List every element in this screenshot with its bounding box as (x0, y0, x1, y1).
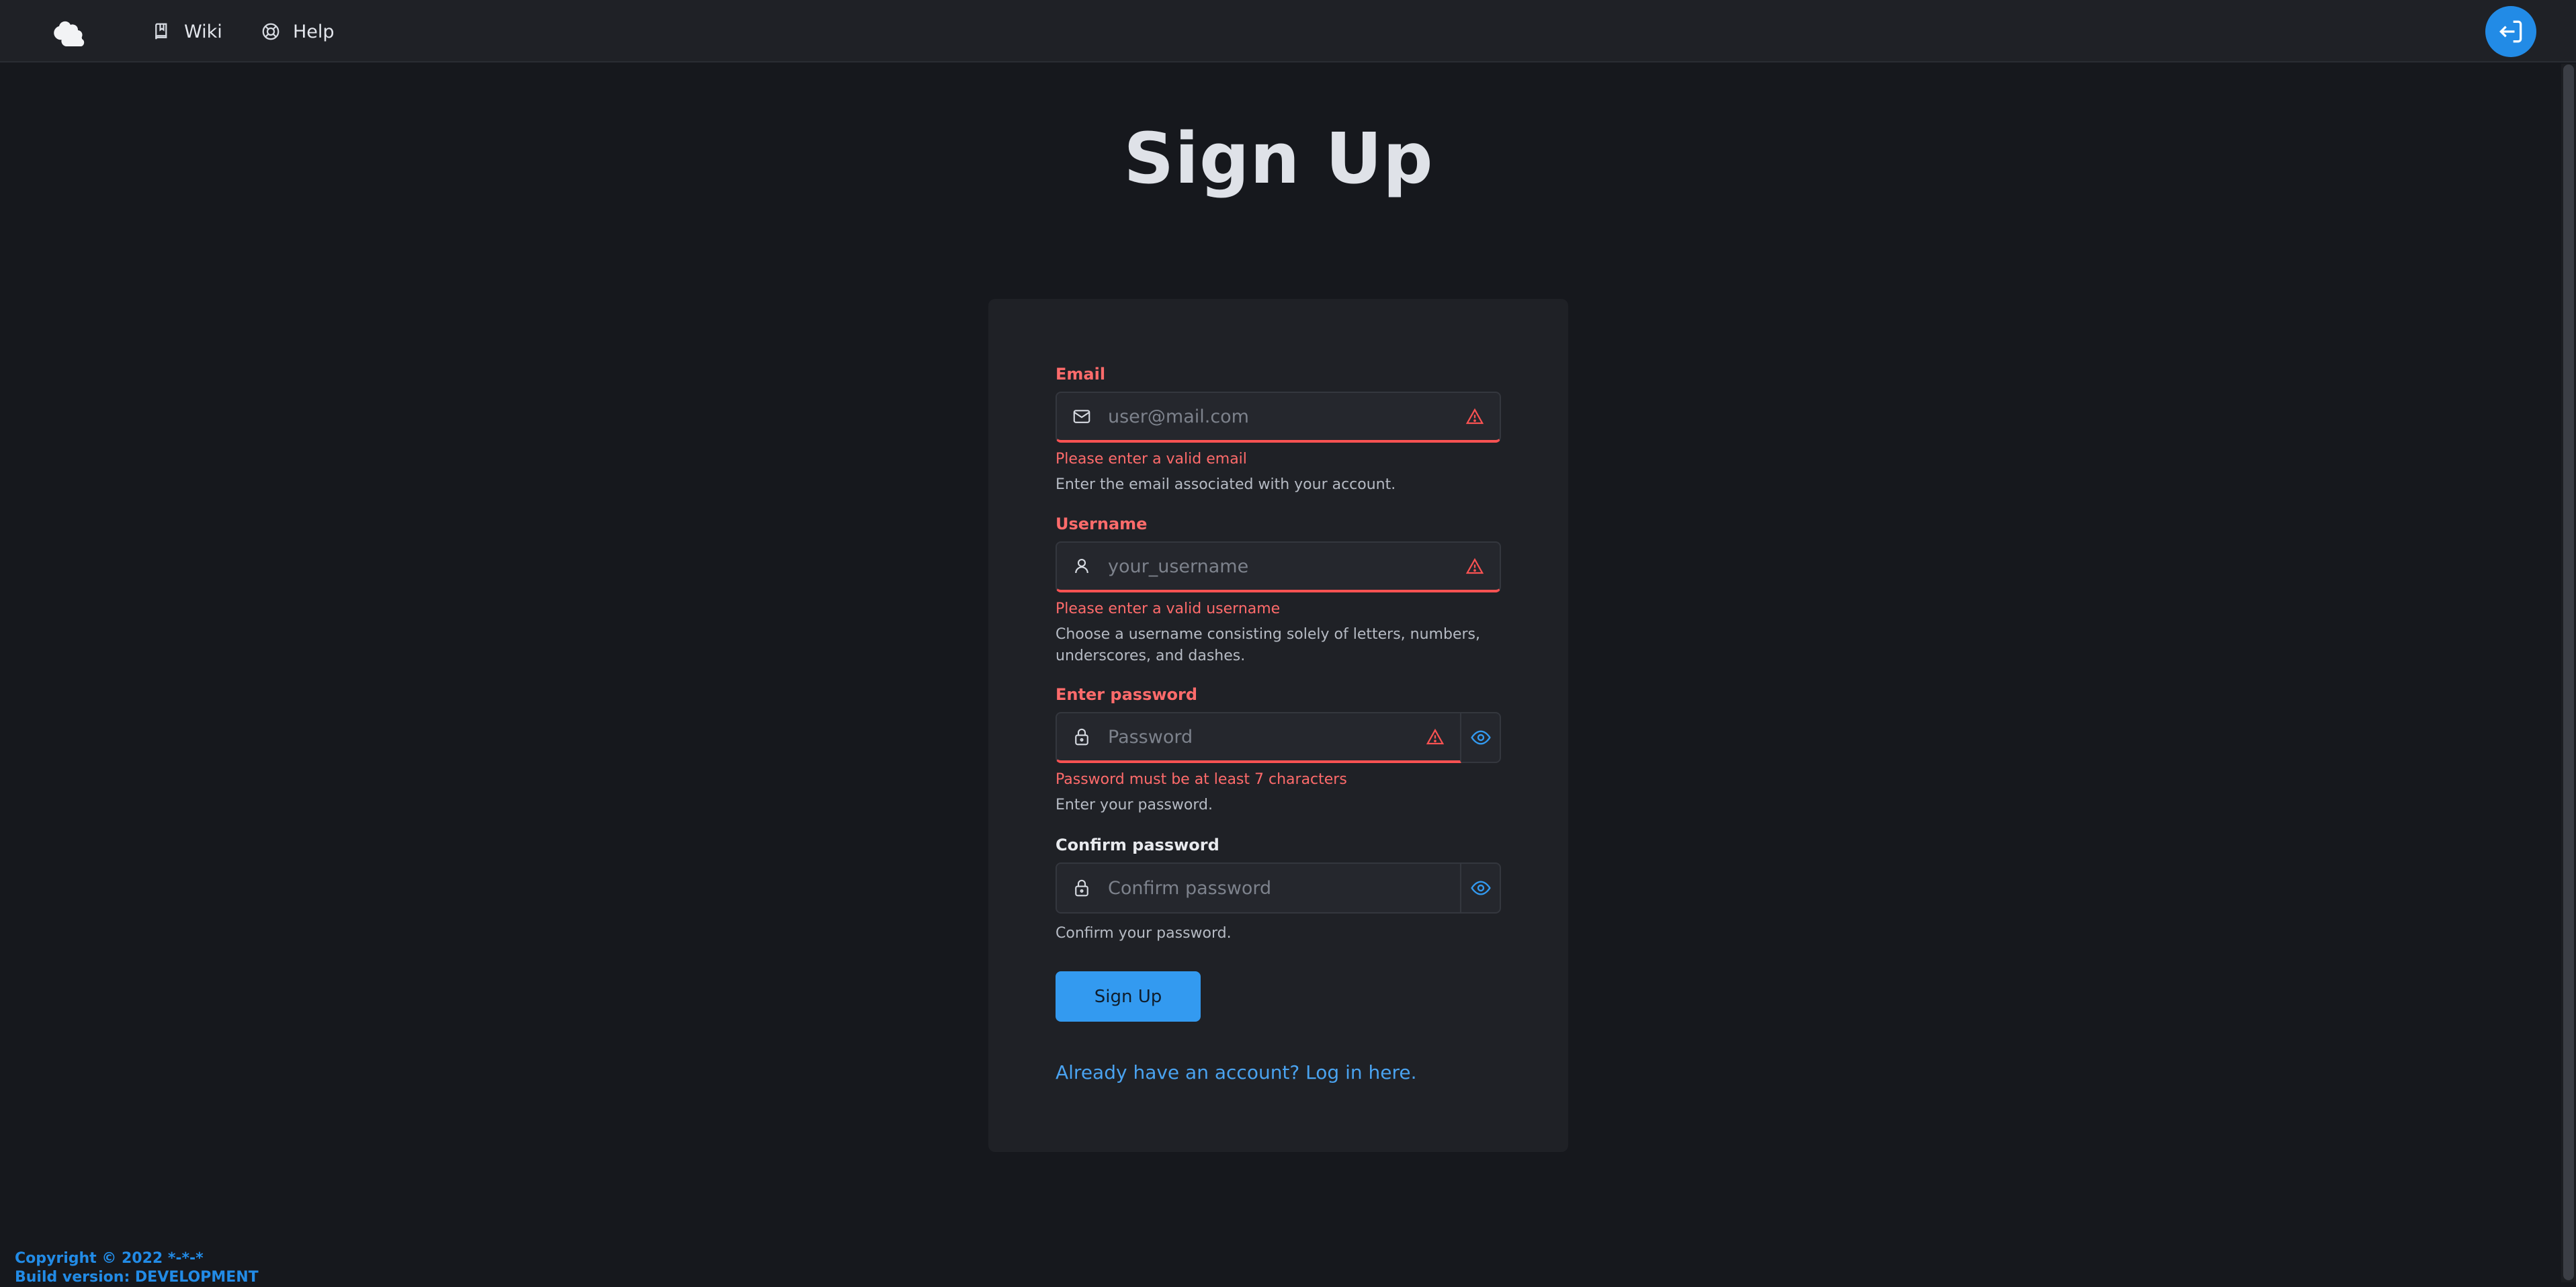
confirm-password-description: Confirm your password. (1056, 925, 1232, 942)
sign-up-button[interactable]: Sign Up (1056, 971, 1201, 1022)
footer: Copyright © 2022 *-*-* Build version: DE… (15, 1249, 259, 1287)
login-icon (2499, 20, 2522, 43)
password-input-wrapper (1056, 712, 1461, 763)
password-description: Enter your password. (1056, 797, 1213, 813)
nav-wiki-label: Wiki (184, 21, 222, 42)
email-field-group: Email Please enter a valid email Enter t… (1056, 365, 1501, 496)
email-input-wrapper (1056, 392, 1501, 443)
lock-icon (1075, 728, 1088, 746)
copyright-text: Copyright © 2022 *-*-* (15, 1250, 204, 1267)
confirm-password-field-group: Confirm password Confirm your password. (1056, 836, 1501, 944)
password-label: Enter password (1056, 685, 1198, 704)
warning-icon (1465, 558, 1484, 574)
nav-wiki-link[interactable]: Wiki (152, 17, 222, 46)
cloud-logo-icon[interactable] (52, 18, 87, 46)
username-error: Please enter a valid username (1056, 601, 1281, 617)
top-navigation-bar: Wiki Help (0, 0, 2576, 62)
nav-help-link[interactable]: Help (261, 17, 335, 46)
lock-icon (1075, 879, 1088, 897)
book-icon (155, 23, 167, 40)
login-link[interactable]: Already have an account? Log in here. (1056, 1061, 1417, 1083)
confirm-password-input[interactable] (1108, 877, 1460, 899)
username-field-group: Username Please enter a valid username C… (1056, 515, 1501, 667)
password-error: Password must be at least 7 characters (1056, 771, 1347, 788)
scrollbar-thumb[interactable] (2563, 64, 2574, 1280)
user-icon (1075, 558, 1088, 574)
lifebuoy-icon (262, 23, 280, 40)
toggle-confirm-password-visibility-button[interactable] (1461, 862, 1501, 914)
username-label: Username (1056, 515, 1148, 533)
password-field-group: Enter password Password must be at least… (1056, 685, 1501, 816)
warning-icon (1426, 728, 1445, 745)
confirm-password-input-wrapper (1056, 862, 1461, 914)
email-error: Please enter a valid email (1056, 451, 1247, 468)
eye-icon (1470, 881, 1491, 895)
eye-icon (1470, 730, 1491, 745)
confirm-password-label: Confirm password (1056, 836, 1219, 854)
build-version-text: Build version: DEVELOPMENT (15, 1269, 259, 1286)
email-label: Email (1056, 365, 1106, 384)
page-title: Sign Up (1123, 118, 1434, 199)
nav-help-label: Help (293, 21, 335, 42)
password-input[interactable] (1108, 726, 1425, 748)
username-input[interactable] (1108, 556, 1465, 577)
mail-icon (1073, 410, 1090, 423)
login-button[interactable] (2485, 6, 2536, 57)
username-input-wrapper (1056, 541, 1501, 592)
username-description: Choose a username consisting solely of l… (1056, 626, 1480, 664)
email-description: Enter the email associated with your acc… (1056, 476, 1396, 493)
email-input[interactable] (1108, 406, 1465, 427)
warning-icon (1465, 408, 1484, 425)
toggle-password-visibility-button[interactable] (1461, 712, 1501, 763)
